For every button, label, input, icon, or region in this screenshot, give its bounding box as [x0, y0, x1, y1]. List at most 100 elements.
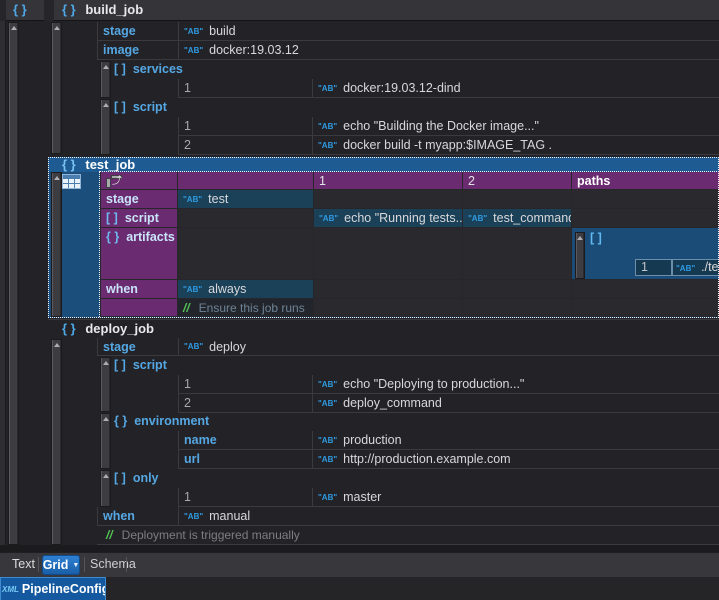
- stage-key-cell[interactable]: stage: [97, 22, 178, 41]
- array-bracket-icon: [ ]: [114, 358, 126, 372]
- table-col-header-1[interactable]: 1: [313, 172, 462, 190]
- environment-url-key-cell[interactable]: url: [178, 450, 312, 469]
- services-index-cell[interactable]: 1: [178, 79, 312, 98]
- table-empty-cell[interactable]: [313, 190, 462, 209]
- paths-item-value-cell[interactable]: "AB"./tes: [672, 259, 719, 276]
- table-empty-cell[interactable]: [177, 228, 313, 280]
- table-script-value2-cell[interactable]: "AB"test_command: [462, 209, 571, 228]
- left-gutter: [0, 21, 6, 545]
- environment-collapse-bar[interactable]: [100, 413, 111, 469]
- table-stage-value-cell[interactable]: "AB"test: [177, 190, 313, 209]
- stage-value-cell[interactable]: "AB"build: [178, 22, 719, 41]
- array-bracket-icon: [ ]: [114, 62, 126, 76]
- value-text: production: [343, 433, 401, 447]
- table-empty-cell[interactable]: [462, 228, 571, 280]
- only-value-cell[interactable]: "AB"master: [312, 488, 719, 507]
- only-index-cell[interactable]: 1: [178, 488, 312, 507]
- only-array-label[interactable]: [ ]only: [114, 469, 159, 488]
- table-script-value1-cell[interactable]: "AB"echo "Running tests...": [313, 209, 462, 228]
- table-empty-cell[interactable]: [462, 190, 571, 209]
- when-key-cell[interactable]: when: [97, 507, 178, 526]
- script-index-cell[interactable]: 1: [178, 375, 312, 394]
- build-script-array-label[interactable]: [ ]script: [114, 98, 167, 117]
- deploy-job-header[interactable]: { } deploy_job: [62, 321, 154, 336]
- table-when-key-cell[interactable]: when: [100, 280, 177, 299]
- environment-object-label[interactable]: { }environment: [114, 412, 209, 431]
- test-job-header-row[interactable]: [48, 157, 719, 172]
- table-col-header-2[interactable]: 2: [462, 172, 571, 190]
- value-text: manual: [209, 509, 250, 523]
- image-value-cell[interactable]: "AB"docker:19.03.12: [178, 41, 719, 60]
- services-value-cell[interactable]: "AB"docker:19.03.12-dind: [312, 79, 719, 98]
- key-label: url: [184, 452, 200, 466]
- paths-array-collapse-bar[interactable]: [575, 232, 585, 279]
- script-value-cell[interactable]: "AB"docker build -t myapp:$IMAGE_TAG .: [312, 136, 719, 155]
- only-collapse-bar[interactable]: [100, 470, 111, 507]
- deploy-script-collapse-bar[interactable]: [100, 357, 111, 412]
- environment-url-value-cell[interactable]: "AB"http://production.example.com: [312, 450, 719, 469]
- build-job-header[interactable]: { } build_job: [62, 2, 143, 17]
- table-empty-cell[interactable]: [571, 299, 719, 317]
- tab-divider: [38, 557, 39, 572]
- table-corner-cell[interactable]: ⤴: [100, 172, 177, 190]
- test-job-collapse-bar[interactable]: [51, 172, 62, 317]
- tab-text[interactable]: Text: [12, 552, 35, 577]
- table-stage-key-cell[interactable]: stage: [100, 190, 177, 209]
- table-empty-cell[interactable]: [313, 280, 462, 299]
- environment-name-key-cell[interactable]: name: [178, 431, 312, 450]
- services-collapse-bar[interactable]: [100, 61, 111, 98]
- table-empty-cell[interactable]: [462, 299, 571, 317]
- value-text: docker build -t myapp:$IMAGE_TAG .: [343, 138, 552, 152]
- table-script-key-cell[interactable]: [ ]script: [100, 209, 177, 228]
- transpose-table-icon[interactable]: ⤴: [106, 174, 123, 188]
- environment-name-value-cell[interactable]: "AB" production: [312, 431, 719, 450]
- tab-grid[interactable]: Grid ▼: [42, 555, 80, 575]
- file-tab-pipelineconfig[interactable]: XML PipelineConfig: [0, 577, 106, 600]
- table-col-header-blank[interactable]: [177, 172, 313, 190]
- table-empty-cell[interactable]: [313, 299, 462, 317]
- test-job-header[interactable]: { } test_job: [62, 157, 135, 172]
- script-value-cell[interactable]: "AB"echo "Deploying to production...": [312, 375, 719, 394]
- string-type-icon: "AB": [318, 84, 337, 93]
- table-col-header-paths[interactable]: paths: [571, 172, 719, 190]
- deploy-comment-row[interactable]: //Deployment is triggered manually: [106, 526, 300, 544]
- table-empty-cell[interactable]: [313, 228, 462, 280]
- table-empty-cell[interactable]: [177, 209, 313, 228]
- array-label-text: script: [133, 358, 167, 372]
- stage-key-cell[interactable]: stage: [97, 338, 178, 356]
- table-comment-key-cell[interactable]: [100, 299, 177, 317]
- paths-array-bracket: [ ]: [590, 231, 602, 245]
- table-empty-cell[interactable]: [571, 209, 719, 228]
- when-value-cell[interactable]: "AB"manual: [178, 507, 719, 526]
- script-value-cell[interactable]: "AB"echo "Building the Docker image...": [312, 117, 719, 136]
- table-artifacts-key-cell[interactable]: { }artifacts: [100, 228, 177, 280]
- deploy-job-collapse-bar[interactable]: [51, 339, 62, 545]
- image-key-cell[interactable]: image: [97, 41, 178, 60]
- deploy-script-array-label[interactable]: [ ] script: [114, 356, 167, 375]
- table-comment-cell[interactable]: //Ensure this job runs: [177, 299, 313, 317]
- tab-schema[interactable]: Schema: [90, 552, 136, 577]
- chevron-down-icon: ▼: [72, 562, 79, 569]
- tab-divider: [84, 557, 85, 572]
- build-job-collapse-bar[interactable]: [51, 22, 62, 154]
- script-index-cell[interactable]: 1: [178, 117, 312, 136]
- root-collapse-bar[interactable]: [8, 22, 19, 545]
- key-label: name: [184, 433, 217, 447]
- table-when-value-cell[interactable]: "AB"always: [177, 280, 313, 299]
- services-array-label[interactable]: [ ]services: [114, 60, 183, 79]
- script-index-cell[interactable]: 2: [178, 394, 312, 413]
- table-empty-cell[interactable]: [571, 280, 719, 299]
- table-empty-cell[interactable]: [462, 280, 571, 299]
- value-text: echo "Running tests...": [344, 211, 462, 225]
- collapse-arrow-icon: [103, 474, 109, 478]
- script-index-cell[interactable]: 2: [178, 136, 312, 155]
- build-script-collapse-bar[interactable]: [100, 99, 111, 155]
- key-label: when: [103, 509, 135, 523]
- stage-value-cell[interactable]: "AB"deploy: [178, 338, 719, 356]
- table-empty-cell[interactable]: [571, 190, 719, 209]
- header-splitter[interactable]: [44, 0, 54, 21]
- script-value-cell[interactable]: "AB"deploy_command: [312, 394, 719, 413]
- paths-item-index-cell[interactable]: 1: [635, 259, 672, 276]
- root-object-brace-icon[interactable]: { }: [13, 2, 27, 17]
- string-type-icon: "AB": [318, 436, 337, 445]
